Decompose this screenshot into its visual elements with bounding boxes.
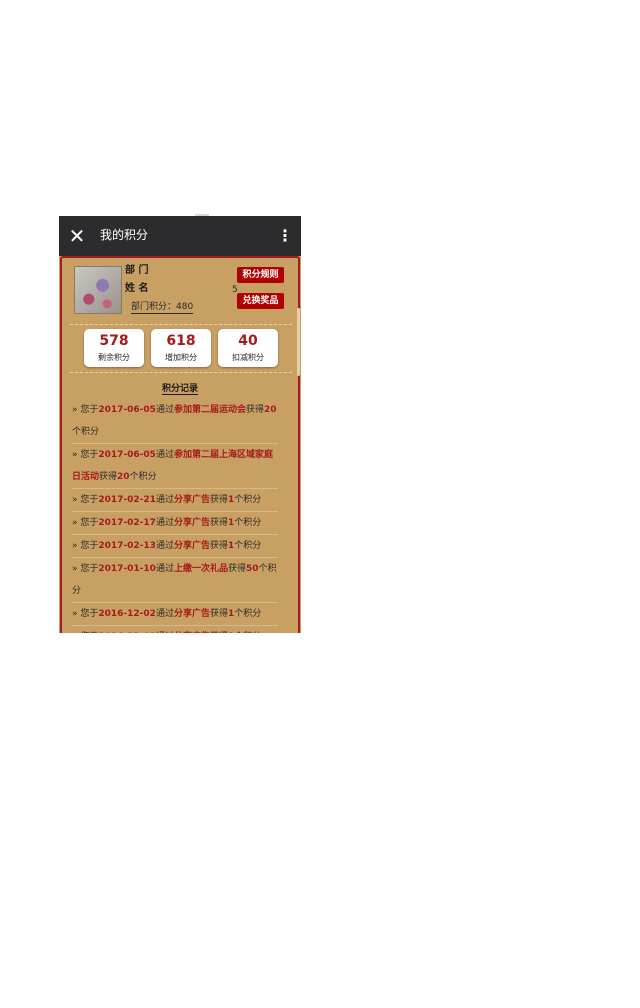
stat-label: 剩余积分 [98,353,130,362]
stat-label: 扣减积分 [232,353,264,362]
top-bar: ✕ 我的积分 ⋮ [59,216,301,256]
record-item: » 您于2017-06-05通过参加第二届上海区域家庭日活动获得20个积分 [72,444,278,489]
record-date: 2017-02-21 [98,495,156,505]
page-title: 我的积分 [100,228,149,242]
record-suffix: 个积分 [234,632,261,633]
department-points-link[interactable]: 部门积分：480 [131,301,194,314]
scrollbar[interactable] [297,308,300,376]
record-item: » 您于2017-01-10通过上缴一次礼品获得50个积分 [72,558,278,603]
record-suffix: 个积分 [234,541,262,551]
record-suffix: 个积分 [129,472,157,482]
record-via: 通过 [155,495,174,505]
record-date: 2017-02-13 [98,541,156,551]
profile-header: 部 门 姓 名 部门积分：480 5 积分规则 兑换奖品 [70,264,292,325]
content-frame: 部 门 姓 名 部门积分：480 5 积分规则 兑换奖品 578 剩余积分 61… [60,256,300,633]
record-event: 分享广告 [174,632,210,633]
record-item: » 您于2017-06-05通过参加第二届运动会获得20 个积分 [72,399,278,444]
stat-deducted: 40 扣减积分 [218,329,278,367]
record-item: » 您于2017-02-21通过分享广告获得1个积分 [72,489,278,512]
record-date: 2017-01-10 [98,564,156,574]
avatar [74,266,122,314]
record-event: 分享广告 [173,541,210,551]
record-via: 通过 [156,632,174,633]
record-event: 分享广告 [173,518,210,528]
records-title-text: 积分记录 [161,384,198,395]
record-suffix: 个积分 [234,609,262,619]
record-prefix: » 您于 [72,518,99,528]
record-date: 2017-06-05 [98,450,156,460]
record-date: 2016-12-02 [98,632,156,633]
exchange-prize-button[interactable]: 兑换奖品 [237,293,284,309]
record-get: 获得 [209,518,228,528]
record-event: 上缴一次礼品 [173,564,228,574]
record-item: » 您于2017-02-13通过分享广告获得1个积分 [72,535,278,558]
record-prefix: » 您于 [72,632,98,633]
more-vertical-icon[interactable]: ⋮ [277,226,293,246]
points-stats: 578 剩余积分 618 增加积分 40 扣减积分 [70,328,292,373]
record-via: 通过 [155,450,174,460]
stat-remaining: 578 剩余积分 [84,329,144,367]
records-list: » 您于2017-06-05通过参加第二届运动会获得20个积分» 您于2017-… [72,399,278,633]
record-prefix: » 您于 [72,564,99,574]
record-prefix: » 您于 [72,541,99,551]
department-label: 部 门 [125,265,149,276]
record-event: 分享广告 [173,495,210,505]
records-title: 积分记录 [62,383,298,395]
record-via: 通过 [155,541,174,551]
record-points: 50 [246,564,259,574]
record-get: 获得 [209,541,228,551]
record-date: 2017-06-05 [98,405,156,415]
rules-button[interactable]: 积分规则 [237,267,284,283]
stat-added: 618 增加积分 [151,329,211,367]
record-item: » 您于2016-12-02通过分享广告获得1个积分 [72,626,278,633]
record-via: 通过 [155,518,174,528]
record-get: 获得 [210,632,228,633]
record-points: 20 [264,405,277,415]
name-label: 姓 名 [125,283,149,294]
phone-screen: ✕ 我的积分 ⋮ 部 门 姓 名 部门积分：480 5 积分规则 兑换奖品 57… [59,216,301,633]
record-get: 获得 [245,405,264,415]
record-get: 获得 [227,564,246,574]
record-event: 分享广告 [173,609,210,619]
record-prefix: » 您于 [72,609,99,619]
stat-value: 578 [99,333,129,349]
stat-label: 增加积分 [165,353,197,362]
stat-value: 618 [166,333,196,349]
record-get: 获得 [209,609,228,619]
record-prefix: » 您于 [72,450,99,460]
close-icon[interactable]: ✕ [67,225,87,247]
record-item: » 您于2016-12-02通过分享广告获得1个积分 [72,603,278,626]
record-via: 通过 [155,564,174,574]
record-suffix: 个积分 [234,518,262,528]
record-date: 2016-12-02 [98,609,156,619]
record-suffix: 个积分 [234,495,262,505]
record-points: 20 [117,472,130,482]
record-event: 参加第二届运动会 [173,405,246,415]
record-via: 通过 [155,609,174,619]
record-get: 获得 [209,495,228,505]
record-suffix: 个积分 [72,427,100,437]
record-date: 2017-02-17 [98,518,156,528]
record-get: 获得 [99,472,118,482]
record-prefix: » 您于 [72,495,99,505]
record-item: » 您于2017-02-17通过分享广告获得1个积分 [72,512,278,535]
record-prefix: » 您于 [72,405,99,415]
record-via: 通过 [155,405,174,415]
stat-value: 40 [238,333,258,349]
